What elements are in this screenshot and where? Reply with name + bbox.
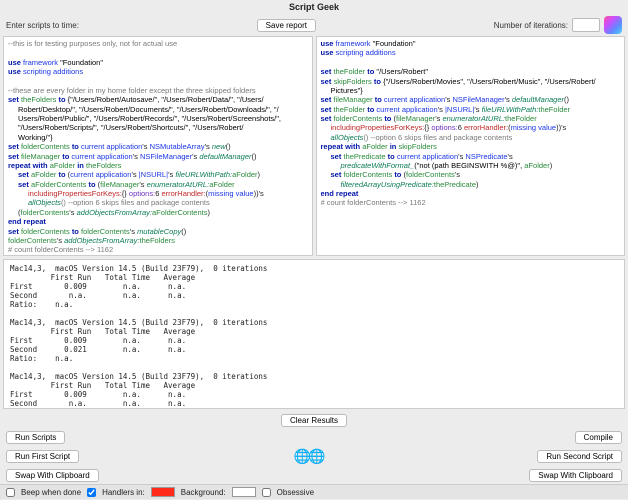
background-label: Background: xyxy=(181,488,226,497)
globe-icon: 🌐🌐 xyxy=(294,448,323,465)
handlers-color-swatch[interactable] xyxy=(151,487,175,497)
obsessive-checkbox[interactable] xyxy=(262,488,271,497)
swap-clipboard-right-button[interactable]: Swap With Clipboard xyxy=(529,469,622,482)
swap-clipboard-left-button[interactable]: Swap With Clipboard xyxy=(6,469,99,482)
handlers-label: Handlers in: xyxy=(102,488,145,497)
iterations-label: Number of iterations: xyxy=(494,21,568,30)
left-script-pane[interactable]: --this is for testing purposes only, not… xyxy=(3,36,313,256)
run-first-script-button[interactable]: Run First Script xyxy=(6,450,79,463)
compile-button[interactable]: Compile xyxy=(575,431,622,444)
handlers-checkbox[interactable] xyxy=(87,488,96,497)
obsessive-label: Obsessive xyxy=(277,488,314,497)
results-pane[interactable]: Mac14,3, macOS Version 14.5 (Build 23F79… xyxy=(3,259,625,409)
run-second-script-button[interactable]: Run Second Script xyxy=(537,450,622,463)
beep-label: Beep when done xyxy=(21,488,81,497)
iterations-input[interactable] xyxy=(572,18,600,32)
save-report-button[interactable]: Save report xyxy=(257,19,316,32)
window-title: Script Geek xyxy=(0,0,628,14)
top-toolbar: Enter scripts to time: Save report Numbe… xyxy=(0,14,628,36)
clear-results-button[interactable]: Clear Results xyxy=(281,414,347,427)
right-script-pane[interactable]: use framework "Foundation" use scripting… xyxy=(316,36,626,256)
enter-scripts-label: Enter scripts to time: xyxy=(6,21,79,30)
run-scripts-button[interactable]: Run Scripts xyxy=(6,431,65,444)
beep-checkbox[interactable] xyxy=(6,488,15,497)
app-icon xyxy=(604,16,622,34)
background-color-swatch[interactable] xyxy=(232,487,256,497)
status-bar: Beep when done Handlers in: Background: … xyxy=(0,484,628,499)
